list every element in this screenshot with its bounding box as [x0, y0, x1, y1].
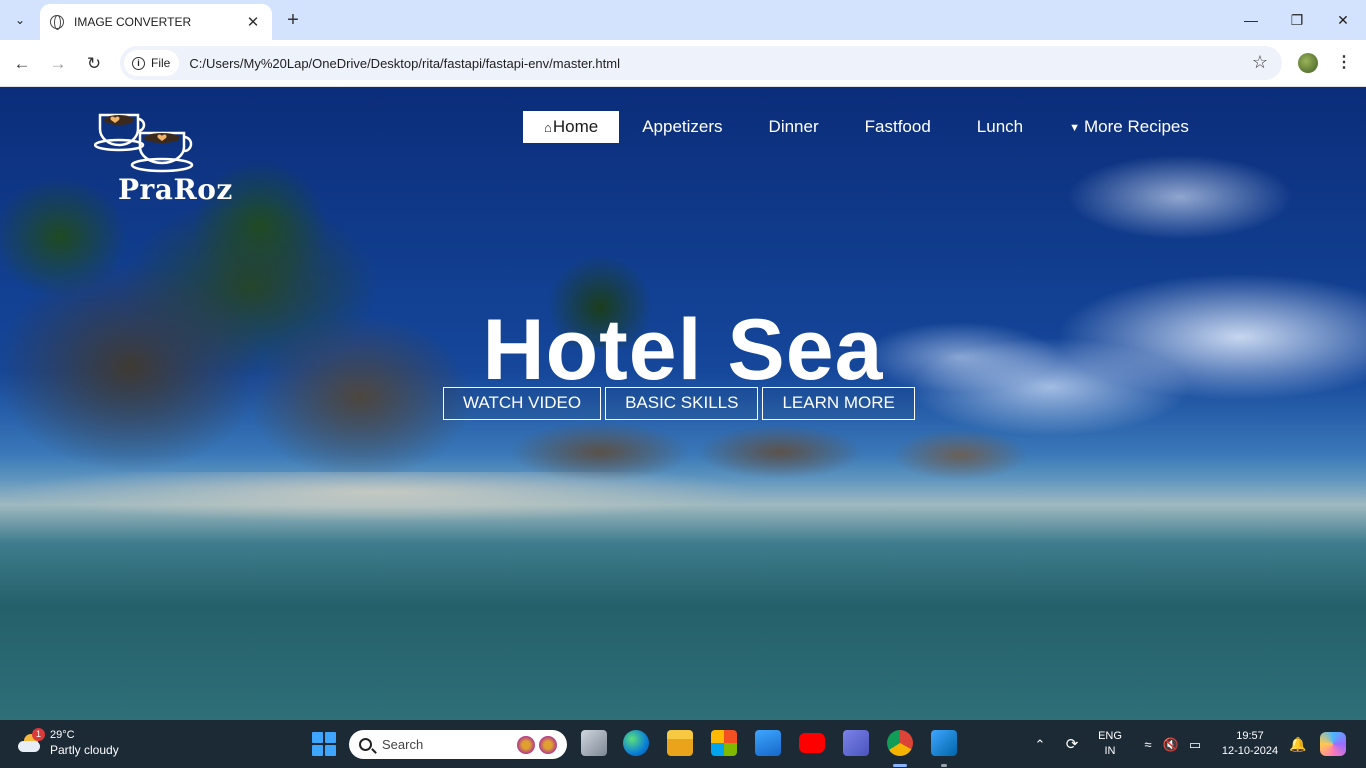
- browser-tab-strip: ⌄ IMAGE CONVERTER ✕ + — ❐ ✕: [0, 0, 1366, 40]
- search-placeholder: Search: [382, 737, 424, 752]
- region-code: IN: [1104, 745, 1116, 757]
- mail-icon[interactable]: [755, 730, 781, 756]
- taskbar-search[interactable]: Search: [349, 730, 567, 759]
- nav-dinner[interactable]: Dinner: [746, 111, 842, 143]
- search-icon: [359, 738, 372, 751]
- weather-condition: Partly cloudy: [50, 743, 119, 757]
- vscode-running-indicator: [941, 764, 947, 767]
- copilot-icon[interactable]: [1320, 732, 1346, 756]
- profile-avatar[interactable]: [1298, 53, 1318, 73]
- microsoft-store-icon[interactable]: [711, 730, 737, 756]
- chrome-running-indicator: [893, 764, 907, 767]
- file-explorer-icon[interactable]: [667, 730, 693, 756]
- clock-time: 19:57: [1236, 730, 1264, 742]
- brand-name: PraRoz: [118, 173, 233, 206]
- edge-icon[interactable]: [623, 730, 649, 756]
- basic-skills-button[interactable]: BASIC SKILLS: [605, 387, 759, 420]
- minimize-button[interactable]: —: [1228, 8, 1274, 32]
- clock-date: 12-10-2024: [1221, 745, 1279, 757]
- url-text[interactable]: C:/Users/My%20Lap/OneDrive/Desktop/rita/…: [189, 56, 620, 71]
- globe-icon: [50, 15, 64, 30]
- bookmark-star-icon[interactable]: ☆: [1252, 52, 1268, 73]
- nav-lunch[interactable]: Lunch: [954, 111, 1046, 143]
- reload-button[interactable]: ↻: [80, 50, 108, 78]
- main-nav: ⌂Home Appetizers Dinner Fastfood Lunch ▼…: [523, 111, 1212, 143]
- chevron-down-icon: ⌄: [14, 13, 26, 27]
- address-bar[interactable]: i File C:/Users/My%20Lap/OneDrive/Deskto…: [120, 46, 1282, 80]
- clock[interactable]: 19:57 12-10-2024: [1214, 720, 1286, 768]
- nav-more-recipes-label: More Recipes: [1084, 117, 1189, 136]
- windows-start-button[interactable]: [312, 732, 336, 756]
- nav-fastfood[interactable]: Fastfood: [842, 111, 954, 143]
- new-tab-button[interactable]: +: [282, 8, 304, 32]
- task-view-icon[interactable]: [581, 730, 607, 756]
- weather-widget[interactable]: 1 29°C Partly cloudy: [16, 728, 119, 758]
- nav-home-label: Home: [552, 117, 599, 136]
- partly-cloudy-icon: 1: [16, 728, 45, 754]
- youtube-icon[interactable]: [799, 733, 825, 753]
- nav-home[interactable]: ⌂Home: [523, 111, 620, 143]
- site-info-chip[interactable]: i File: [124, 50, 180, 76]
- notifications-bell-icon[interactable]: 🔔: [1288, 720, 1308, 768]
- site-logo[interactable]: PraRoz: [93, 111, 232, 211]
- battery-icon[interactable]: ▭: [1184, 720, 1206, 768]
- windows-taskbar: 1 29°C Partly cloudy Search ⌃ ⟳ ENG IN ≈…: [0, 720, 1366, 768]
- nav-more-recipes[interactable]: ▼ More Recipes: [1046, 111, 1212, 143]
- weather-temperature: 29°C: [50, 729, 75, 741]
- info-icon: i: [132, 56, 145, 70]
- home-icon: ⌂: [544, 120, 552, 135]
- background-beach: [0, 472, 900, 532]
- sync-icon[interactable]: ⟳: [1060, 720, 1084, 768]
- hero-button-group: WATCH VIDEO BASIC SKILLS LEARN MORE: [443, 387, 915, 420]
- close-window-button[interactable]: ✕: [1320, 8, 1366, 32]
- teams-icon[interactable]: [843, 730, 869, 756]
- tab-title: IMAGE CONVERTER: [74, 15, 192, 29]
- browser-toolbar: ← → ↻ i File C:/Users/My%20Lap/OneDrive/…: [0, 40, 1366, 87]
- coffee-cups-icon: [93, 113, 194, 173]
- learn-more-button[interactable]: LEARN MORE: [762, 387, 915, 420]
- vscode-icon[interactable]: [931, 730, 957, 756]
- caret-down-icon: ▼: [1069, 122, 1081, 134]
- hero-section: PraRoz ⌂Home Appetizers Dinner Fastfood …: [0, 87, 1366, 720]
- language-indicator[interactable]: ENG IN: [1094, 720, 1126, 768]
- site-info-label: File: [151, 56, 171, 70]
- show-hidden-icons-button[interactable]: ⌃: [1030, 720, 1050, 768]
- hero-title: Hotel Sea: [482, 302, 884, 398]
- nav-appetizers[interactable]: Appetizers: [619, 111, 745, 143]
- close-tab-button[interactable]: ✕: [244, 13, 262, 31]
- maximize-button[interactable]: ❐: [1274, 8, 1320, 32]
- watch-video-button[interactable]: WATCH VIDEO: [443, 387, 602, 420]
- chrome-icon[interactable]: [887, 730, 913, 756]
- wifi-icon[interactable]: ≈: [1136, 720, 1160, 768]
- language-code: ENG: [1098, 730, 1122, 742]
- search-highlight-icon: [539, 735, 557, 754]
- tab-search-button[interactable]: ⌄: [8, 8, 32, 32]
- back-button[interactable]: ←: [8, 50, 36, 78]
- browser-menu-button[interactable]: ⋮: [1336, 52, 1352, 72]
- forward-button[interactable]: →: [44, 50, 72, 78]
- volume-muted-icon[interactable]: 🔇: [1160, 720, 1182, 768]
- browser-tab[interactable]: IMAGE CONVERTER ✕: [40, 4, 272, 40]
- notification-badge: 1: [32, 728, 45, 741]
- search-highlight-icon: [517, 735, 535, 754]
